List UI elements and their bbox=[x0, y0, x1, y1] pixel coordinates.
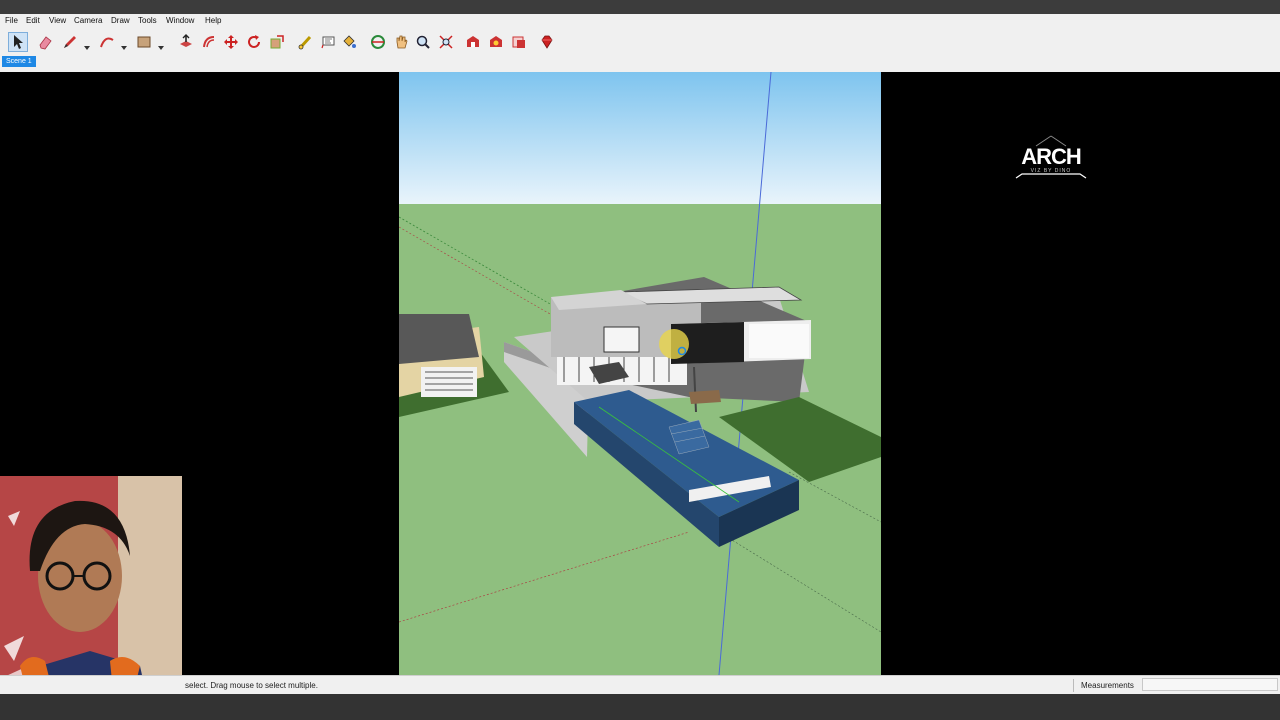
model-scene[interactable] bbox=[399, 72, 881, 675]
rotate-tool-button[interactable] bbox=[244, 32, 264, 52]
scene-tabs-bar: Scene 1 bbox=[0, 55, 1280, 72]
zoom-extents-icon bbox=[439, 35, 453, 49]
orbit-icon bbox=[371, 35, 385, 49]
zoom-tool-button[interactable] bbox=[413, 32, 433, 52]
eraser-tool-button[interactable] bbox=[35, 32, 55, 52]
extension-warehouse-icon bbox=[490, 36, 502, 47]
text-label-icon bbox=[321, 36, 335, 49]
tape-measure-tool-button[interactable] bbox=[295, 32, 315, 52]
line-tool-button[interactable] bbox=[60, 32, 80, 52]
archviz-logo: ARCH VIZ BY DINO bbox=[1015, 135, 1087, 179]
move-icon bbox=[224, 35, 238, 49]
menu-draw[interactable]: Draw bbox=[111, 16, 130, 25]
select-tool-button[interactable] bbox=[8, 32, 28, 52]
menu-edit[interactable]: Edit bbox=[26, 16, 40, 25]
eraser-icon bbox=[39, 36, 52, 50]
line-tool-dropdown[interactable] bbox=[83, 39, 91, 50]
rectangle-icon bbox=[137, 36, 151, 48]
chevron-down-icon bbox=[84, 46, 90, 50]
offset-tool-button[interactable] bbox=[199, 32, 219, 52]
sky bbox=[399, 72, 881, 204]
logo-wordmark: ARCH bbox=[1021, 144, 1081, 169]
taskbar bbox=[0, 694, 1280, 720]
send-to-layout-button[interactable] bbox=[509, 32, 529, 52]
chevron-down-icon bbox=[158, 46, 164, 50]
pan-icon bbox=[396, 35, 408, 49]
menu-window[interactable]: Window bbox=[166, 16, 194, 25]
measurements-label: Measurements bbox=[1073, 679, 1134, 692]
push-pull-tool-button[interactable] bbox=[176, 32, 196, 52]
scale-icon bbox=[270, 35, 284, 49]
status-bar: select. Drag mouse to select multiple. M… bbox=[0, 675, 1280, 695]
ruby-extension-icon bbox=[541, 35, 553, 49]
chevron-down-icon bbox=[121, 46, 127, 50]
arc-tool-dropdown[interactable] bbox=[120, 39, 128, 50]
model-viewport[interactable]: ARCH VIZ BY DINO bbox=[0, 72, 1280, 675]
menu-tools[interactable]: Tools bbox=[138, 16, 157, 25]
menu-camera[interactable]: Camera bbox=[74, 16, 102, 25]
rotate-icon bbox=[248, 35, 260, 48]
orbit-tool-button[interactable] bbox=[368, 32, 388, 52]
tab-scene-1[interactable]: Scene 1 bbox=[2, 56, 36, 67]
scale-tool-button[interactable] bbox=[267, 32, 287, 52]
text-tool-button[interactable] bbox=[318, 32, 338, 52]
pencil-line-icon bbox=[64, 36, 76, 48]
warehouse-icon bbox=[467, 36, 479, 47]
rectangle-tool-dropdown[interactable] bbox=[157, 39, 165, 50]
move-tool-button[interactable] bbox=[221, 32, 241, 52]
push-pull-icon bbox=[180, 34, 192, 47]
offset-icon bbox=[203, 36, 215, 48]
paint-bucket-icon bbox=[343, 35, 356, 48]
menu-bar: File Edit View Camera Draw Tools Window … bbox=[0, 14, 1280, 29]
main-toolbar bbox=[0, 29, 1280, 56]
menu-help[interactable]: Help bbox=[205, 16, 221, 25]
zoom-extents-tool-button[interactable] bbox=[436, 32, 456, 52]
measurements-input[interactable] bbox=[1142, 678, 1278, 691]
status-hint: select. Drag mouse to select multiple. bbox=[185, 681, 318, 690]
pan-tool-button[interactable] bbox=[391, 32, 411, 52]
3d-warehouse-button[interactable] bbox=[463, 32, 483, 52]
menu-view[interactable]: View bbox=[49, 16, 66, 25]
select-arrow-icon bbox=[14, 35, 23, 49]
rectangle-tool-button[interactable] bbox=[134, 32, 154, 52]
tape-measure-icon bbox=[298, 35, 312, 50]
menu-file[interactable]: File bbox=[5, 16, 18, 25]
logo-subtitle: VIZ BY DINO bbox=[1031, 168, 1072, 174]
layout-icon bbox=[512, 36, 525, 48]
arc-tool-button[interactable] bbox=[97, 32, 117, 52]
extension-warehouse-button[interactable] bbox=[486, 32, 506, 52]
ruby-extension-button[interactable] bbox=[537, 32, 557, 52]
arc-icon bbox=[100, 37, 114, 48]
zoom-icon bbox=[416, 35, 430, 49]
paint-bucket-tool-button[interactable] bbox=[339, 32, 359, 52]
window-title-bar bbox=[0, 0, 1280, 14]
